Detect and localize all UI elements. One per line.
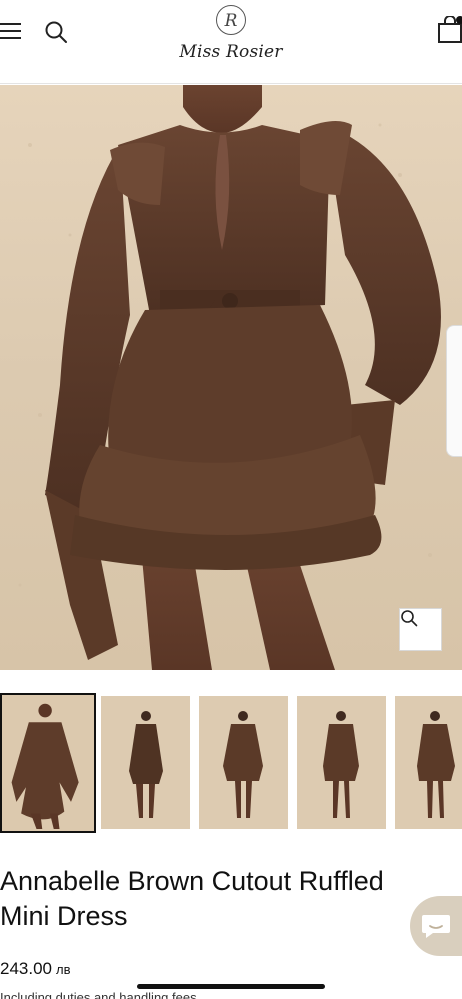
logo-monogram: R [216,5,246,35]
product-price: 243.00 лв [0,959,71,979]
zoom-button[interactable] [399,608,442,651]
duties-note: Including duties and handling fees [0,990,197,999]
thumbnail-1[interactable] [0,693,96,833]
thumbnail-4[interactable] [297,696,386,829]
chat-bubble-icon [422,915,450,938]
main-product-image[interactable] [0,85,462,670]
dress-photo [18,85,441,670]
image-scroll-handle[interactable] [446,325,462,457]
thumbnail-5[interactable] [395,696,462,829]
home-indicator [137,984,325,989]
thumbnail-2[interactable] [101,696,190,829]
thumbnail-strip [0,693,462,834]
chat-button[interactable] [410,896,462,956]
site-header: R Miss Rosier [0,0,462,84]
thumbnail-3[interactable] [199,696,288,829]
price-value: 243.00 [0,959,52,978]
store-logo[interactable]: R Miss Rosier [176,4,286,66]
magnifier-icon [401,610,418,627]
svg-text:R: R [224,11,238,31]
hamburger-menu-icon[interactable] [0,20,22,42]
price-currency: лв [56,962,71,977]
product-title: Annabelle Brown Cutout Ruffled Mini Dres… [0,866,384,931]
search-icon[interactable] [44,20,68,44]
logo-text: Miss Rosier [179,42,283,62]
shopping-bag-icon[interactable] [438,15,462,44]
